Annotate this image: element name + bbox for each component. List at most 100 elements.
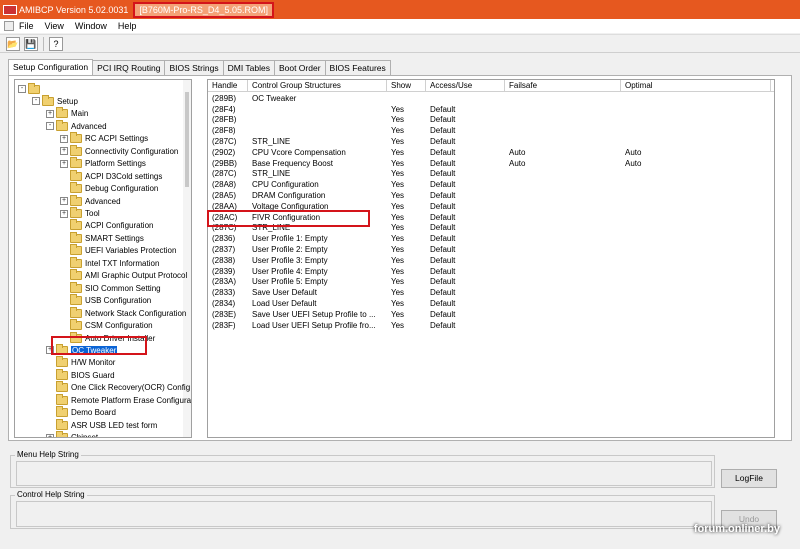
cell-structure: STR_LINE <box>252 137 291 147</box>
table-row[interactable]: (2839) User Profile 4: Empty Yes Default <box>208 266 774 277</box>
table-row[interactable]: (2837) User Profile 2: Empty Yes Default <box>208 244 774 255</box>
table-row[interactable]: (29BB) Base Frequency Boost Yes Default Auto… <box>208 158 774 169</box>
open-icon[interactable]: 📂 <box>6 36 20 51</box>
cell-show: Yes <box>391 299 405 309</box>
column-header-optimal[interactable]: Optimal <box>621 80 771 92</box>
folder-icon <box>70 231 82 243</box>
expand-icon[interactable]: + <box>60 147 68 156</box>
column-header-handle[interactable]: Handle <box>208 80 248 92</box>
tab-bios-features[interactable]: BIOS Features <box>324 60 391 75</box>
tree-item[interactable]: + Platform Settings <box>60 157 146 170</box>
tree-scroll-thumb[interactable] <box>185 92 189 187</box>
tree-item[interactable]: Intel TXT Information <box>60 256 160 269</box>
table-row[interactable]: (287C) STR_LINE Yes Default <box>208 136 774 147</box>
column-header-structure[interactable]: Control Group Structures <box>248 80 387 92</box>
table-row[interactable]: (2834) Load User Default Yes Default <box>208 298 774 309</box>
tree-item[interactable]: ACPI D3Cold settings <box>60 169 163 182</box>
tree-item[interactable]: + Advanced <box>60 194 121 207</box>
cell-show: Yes <box>391 115 405 125</box>
tab-dmi-tables[interactable]: DMI Tables <box>222 60 275 75</box>
table-row[interactable]: (2836) User Profile 1: Empty Yes Default <box>208 233 774 244</box>
table-row[interactable]: (28F4) Yes Default <box>208 104 774 115</box>
expand-icon[interactable]: + <box>60 197 68 206</box>
tab-bios-strings[interactable]: BIOS Strings <box>164 60 224 75</box>
table-row[interactable]: (283A) User Profile 5: Empty Yes Default <box>208 277 774 288</box>
tree-item[interactable]: USB Configuration <box>60 294 151 307</box>
column-header-show[interactable]: Show <box>387 80 426 92</box>
tree-item[interactable]: + RC ACPI Settings <box>60 132 148 145</box>
tree-item[interactable]: + Main <box>46 107 88 120</box>
tree-item[interactable]: + Chipset <box>46 431 98 437</box>
tree-item[interactable]: SIO Common Setting <box>60 281 161 294</box>
tree-item[interactable]: One Click Recovery(OCR) Config <box>46 381 190 394</box>
menu-view[interactable]: View <box>45 21 64 31</box>
tree-item[interactable]: Network Stack Configuration <box>60 306 186 319</box>
tree-item[interactable]: H/W Monitor <box>46 356 115 369</box>
tree-item[interactable]: - <box>18 82 43 95</box>
collapse-icon[interactable]: - <box>46 122 54 131</box>
column-header-failsafe[interactable]: Failsafe <box>505 80 621 92</box>
tree-item[interactable]: CSM Configuration <box>60 319 153 332</box>
tree-item[interactable]: AMI Graphic Output Protocol <box>60 269 187 282</box>
tree-item[interactable]: + Tool <box>60 207 100 220</box>
tree-item[interactable]: + Connectivity Configuration <box>60 144 178 157</box>
tree-item-label: Platform Settings <box>85 159 146 169</box>
window-title: AMIBCP Version 5.02.0031 <box>19 4 129 15</box>
tree-item[interactable]: SMART Settings <box>60 231 144 244</box>
help-icon[interactable]: ? <box>49 36 63 51</box>
cell-handle: (28FB) <box>212 115 237 125</box>
table-row[interactable]: (287C) STR_LINE Yes Default <box>208 169 774 180</box>
collapse-icon[interactable]: - <box>32 97 40 106</box>
column-header-access[interactable]: Access/Use <box>426 80 505 92</box>
menu-help[interactable]: Help <box>118 21 137 31</box>
system-menu-icon[interactable] <box>4 21 14 31</box>
table-row[interactable]: (2833) Save User Default Yes Default <box>208 287 774 298</box>
table-row[interactable]: (2838) User Profile 3: Empty Yes Default <box>208 255 774 266</box>
table-row[interactable]: (28FB) Yes Default <box>208 115 774 126</box>
tree-item-label: ACPI D3Cold settings <box>85 171 163 181</box>
cell-show: Yes <box>391 147 405 157</box>
tree-item[interactable]: ACPI Configuration <box>60 219 153 232</box>
expand-icon[interactable]: + <box>60 134 68 143</box>
table-row[interactable]: (2902) CPU Vcore Compensation Yes Default Au… <box>208 147 774 158</box>
setup-tree[interactable]: - - Setup + Main - Advanced + RC ACPI Settings + C… <box>14 79 192 438</box>
tree-item[interactable]: ASR USB LED test form <box>46 418 157 431</box>
tree-item[interactable]: BIOS Guard <box>46 368 115 381</box>
table-row[interactable]: (283F) Load User UEFI Setup Profile fro..… <box>208 320 774 331</box>
menu-window[interactable]: Window <box>75 21 107 31</box>
cell-handle: (28F8) <box>212 126 236 136</box>
expand-icon[interactable]: + <box>60 209 68 218</box>
toolbar: 📂 💾 ? <box>0 34 800 53</box>
folder-icon <box>56 406 68 418</box>
expand-icon[interactable]: + <box>60 159 68 168</box>
expand-icon[interactable]: + <box>46 433 54 437</box>
cell-show: Yes <box>391 266 405 276</box>
tree-item-label: Intel TXT Information <box>85 258 160 268</box>
table-row[interactable]: (28A8) CPU Configuration Yes Default <box>208 179 774 190</box>
table-row[interactable]: (28A5) DRAM Configuration Yes Default <box>208 190 774 201</box>
tab-pci-irq-routing[interactable]: PCI IRQ Routing <box>92 60 166 75</box>
tree-item[interactable]: UEFI Variables Protection <box>60 244 176 257</box>
table-row[interactable]: (28F8) Yes Default <box>208 125 774 136</box>
save-icon[interactable]: 💾 <box>24 36 38 51</box>
table-row[interactable]: (283E) Save User UEFI Setup Profile to ..… <box>208 309 774 320</box>
cell-show: Yes <box>391 191 405 201</box>
collapse-icon[interactable]: - <box>18 85 26 93</box>
tree-item[interactable]: - Advanced <box>46 119 107 132</box>
control-help-field <box>16 501 712 527</box>
tree-item[interactable]: Demo Board <box>46 406 116 419</box>
table-row[interactable]: (289B) OC Tweaker <box>208 93 774 104</box>
tree-item[interactable]: Remote Platform Erase Configuration <box>46 393 191 406</box>
logfile-button[interactable]: LogFile <box>721 469 777 488</box>
cell-access: Default <box>430 288 456 298</box>
tab-boot-order[interactable]: Boot Order <box>273 60 326 75</box>
tree-item[interactable]: - Setup <box>32 94 78 107</box>
app-icon <box>3 4 17 15</box>
expand-icon[interactable]: + <box>46 109 54 118</box>
cell-handle: (2838) <box>212 255 236 265</box>
control-grid[interactable]: Handle Control Group Structures Show Access… <box>207 79 775 438</box>
menu-file[interactable]: File <box>19 21 34 31</box>
tree-item[interactable]: Debug Configuration <box>60 182 158 195</box>
tab-setup-configuration[interactable]: Setup Configuration <box>8 59 94 75</box>
folder-icon <box>56 119 68 131</box>
